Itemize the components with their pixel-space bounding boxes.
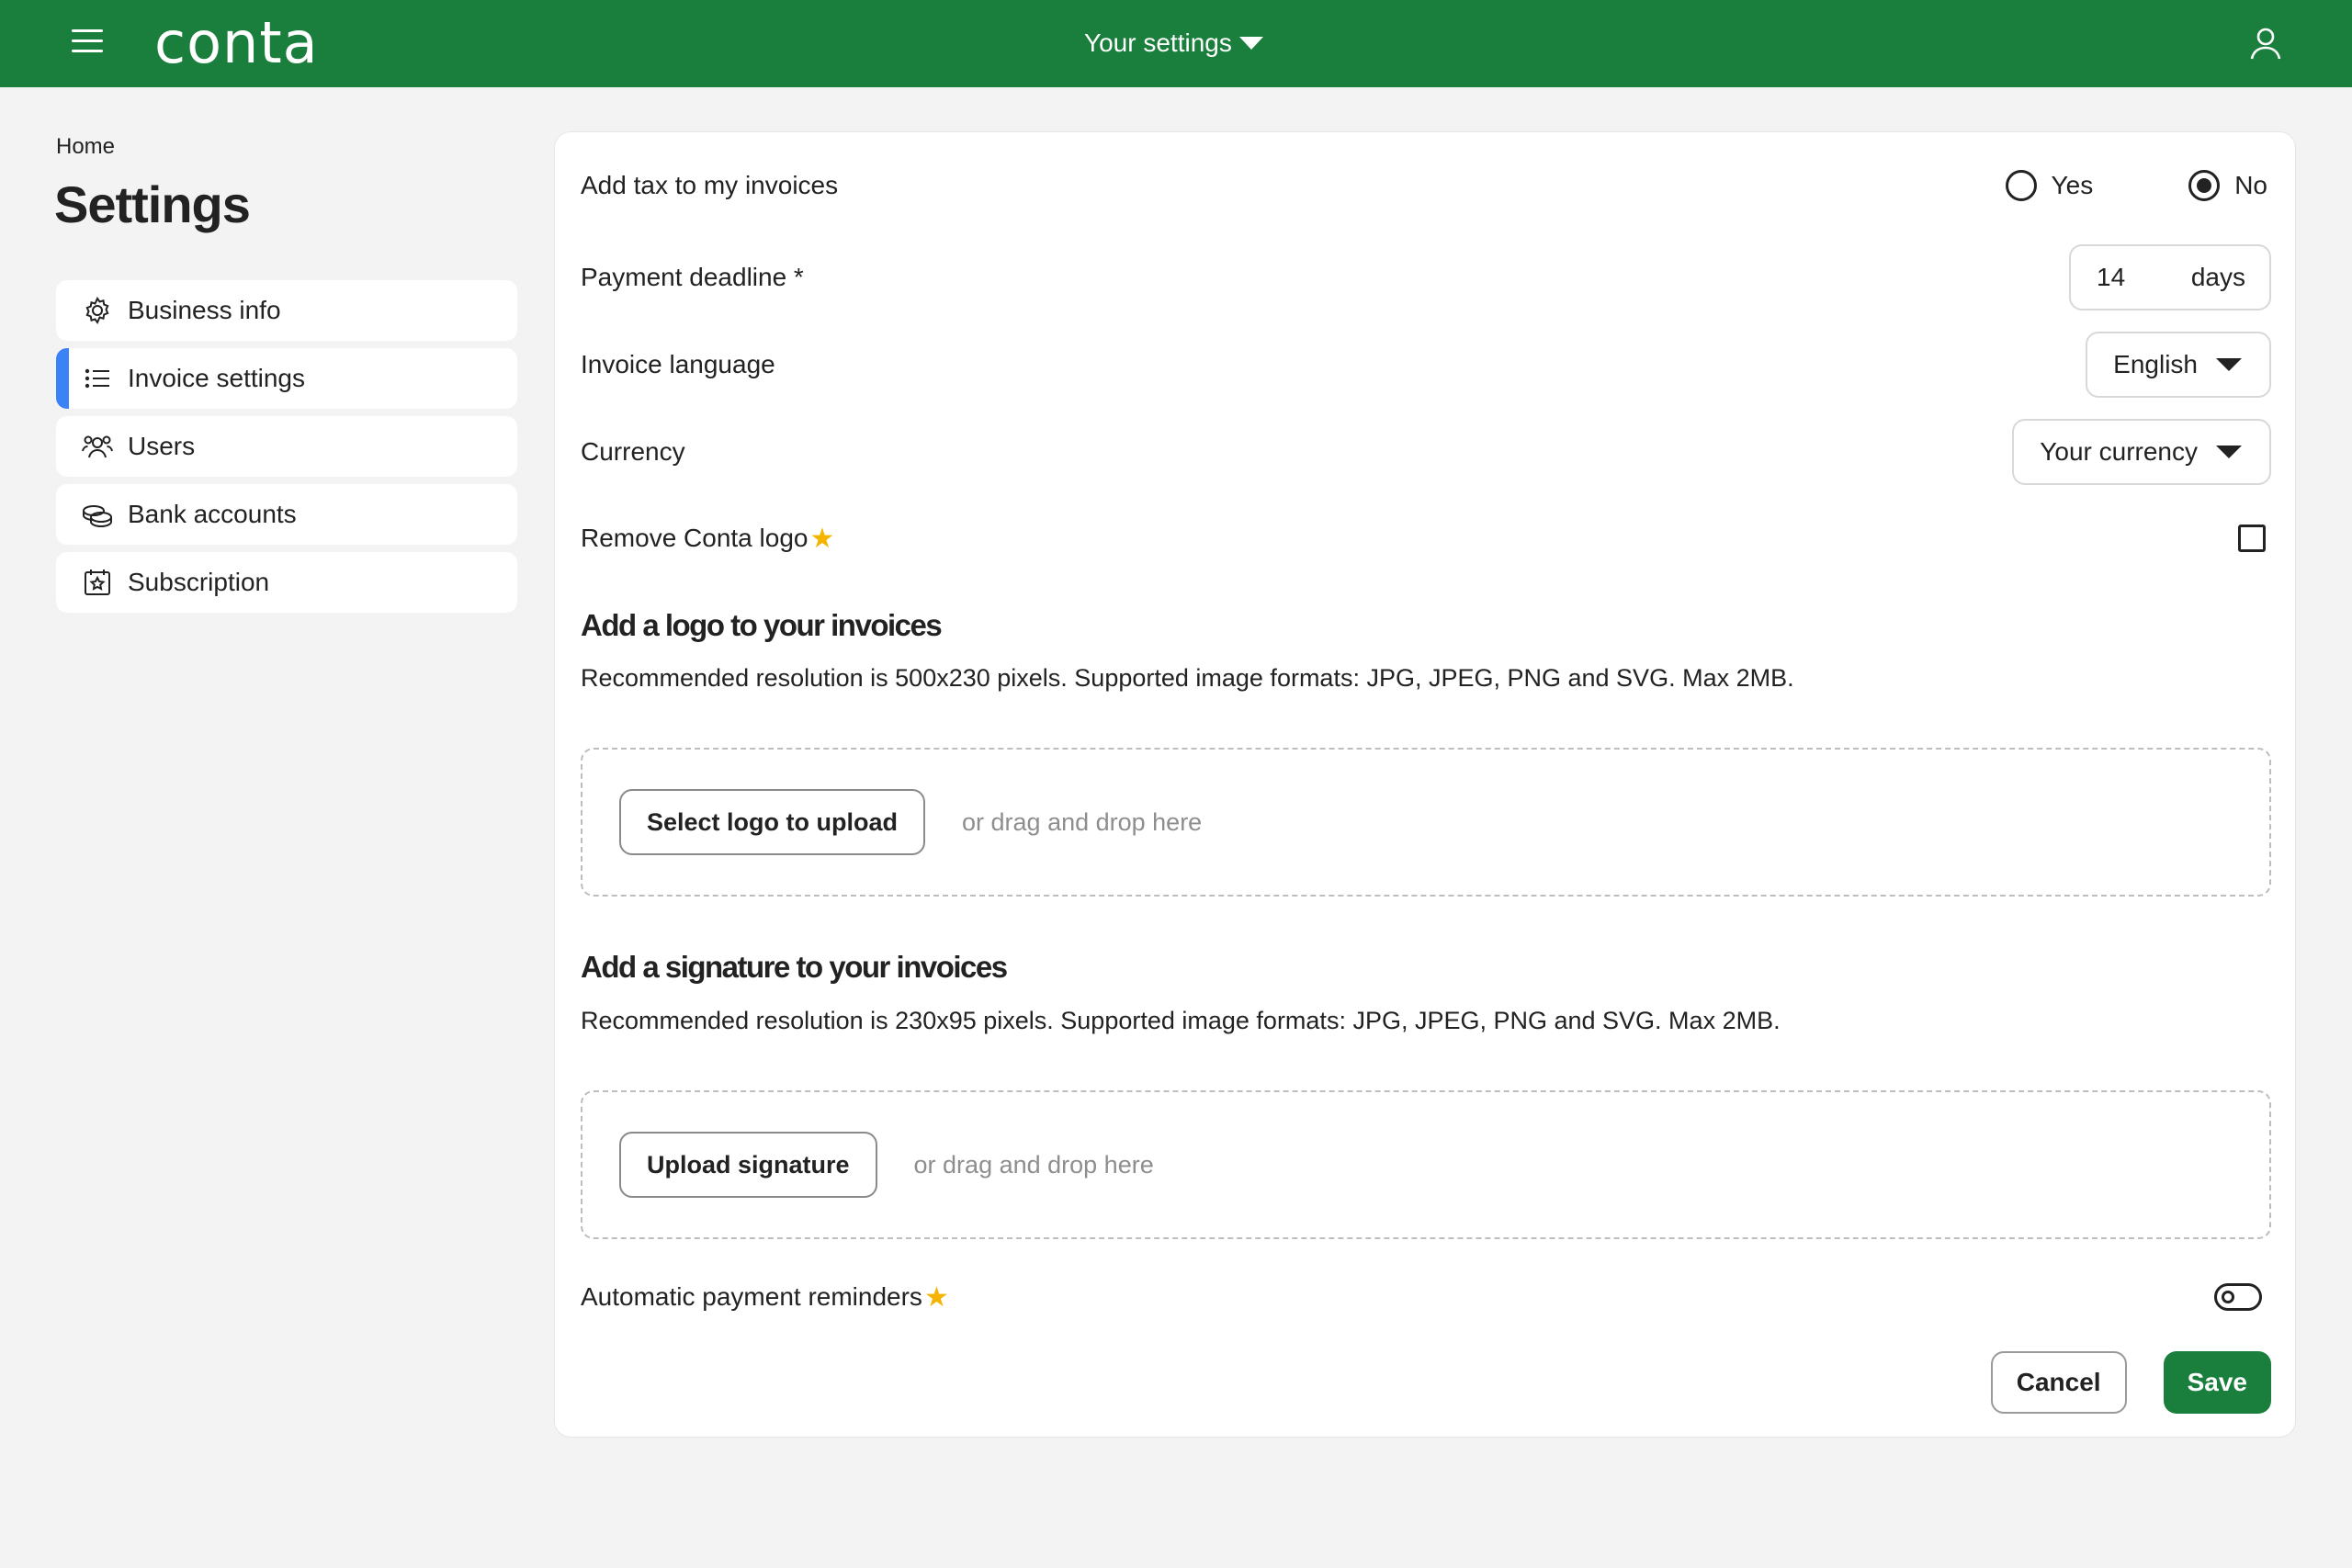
tax-no-label: No [2234,171,2267,199]
payment-deadline-row: Payment deadline * 14 days [581,243,2271,312]
upload-signature-button[interactable]: Upload signature [619,1132,877,1198]
logo-section-title: Add a logo to your invoices [581,608,943,642]
tax-no-radio[interactable]: No [2188,170,2267,201]
chevron-down-icon [2216,446,2242,458]
page-title: Settings [54,175,251,233]
invoice-settings-card: Add tax to my invoices Yes No Payment de… [554,131,2296,1438]
sidebar-item-subscription[interactable]: Subscription [56,552,517,613]
payment-reminders-text: Automatic payment reminders [581,1282,922,1311]
sidebar-item-label: Bank accounts [128,500,297,528]
coins-icon [82,499,113,530]
payment-reminders-toggle[interactable] [2214,1283,2262,1311]
breadcrumb[interactable]: Home [56,134,115,160]
signature-section-title: Add a signature to your invoices [581,950,1008,984]
payment-deadline-value: 14 [2097,263,2126,291]
remove-logo-text: Remove Conta logo [581,524,808,552]
radio-checked-icon [2188,170,2221,201]
premium-star-icon: ★ [809,523,835,554]
invoice-language-select[interactable]: English [2086,332,2271,398]
logo-drop-hint: or drag and drop here [962,807,1203,836]
tax-radio-group: Yes No [2005,170,2267,201]
signature-dropzone[interactable]: Upload signature or drag and drop here [581,1090,2271,1239]
radio-unchecked-icon [2005,170,2037,201]
invoice-language-label: Invoice language [581,350,775,378]
currency-select[interactable]: Your currency [2012,419,2271,485]
menu-icon[interactable] [72,29,103,57]
settings-menu-label: Your settings [1084,28,1232,57]
logo-dropzone[interactable]: Select logo to upload or drag and drop h… [581,748,2271,897]
sidebar-item-invoice-settings[interactable]: Invoice settings [56,348,517,409]
tax-yes-radio[interactable]: Yes [2005,170,2094,201]
currency-row: Currency Your currency [581,417,2271,487]
logo-section-description: Recommended resolution is 500x230 pixels… [581,664,1794,692]
sidebar-item-label: Invoice settings [128,364,305,392]
tax-row: Add tax to my invoices Yes No [581,158,2271,213]
conta-logo[interactable]: conta [154,9,319,76]
tax-label: Add tax to my invoices [581,171,839,199]
signature-drop-hint: or drag and drop here [913,1150,1154,1179]
premium-star-icon: ★ [923,1281,949,1313]
form-actions: Cancel Save [1990,1351,2271,1414]
sidebar-item-label: Business info [128,296,281,324]
payment-deadline-label: Payment deadline * [581,263,804,291]
user-icon[interactable] [2248,26,2283,61]
sidebar-item-label: Subscription [128,568,270,596]
top-bar: conta Your settings [0,0,2352,87]
cancel-button[interactable]: Cancel [1990,1351,2127,1414]
calendar-star-icon [82,567,113,598]
select-logo-button[interactable]: Select logo to upload [619,789,926,855]
invoice-language-row: Invoice language English [581,330,2271,400]
payment-reminders-row: Automatic payment reminders ★ [581,1269,2271,1325]
users-icon [82,431,113,462]
signature-section-description: Recommended resolution is 230x95 pixels.… [581,1007,1781,1034]
list-icon [82,363,113,394]
sidebar-item-users[interactable]: Users [56,416,517,477]
save-button[interactable]: Save [2163,1351,2271,1414]
payment-deadline-unit: days [2190,263,2245,291]
remove-logo-checkbox[interactable] [2238,525,2266,552]
currency-label: Currency [581,437,685,466]
payment-reminders-label: Automatic payment reminders ★ [581,1281,949,1314]
remove-logo-row: Remove Conta logo ★ [581,511,2271,566]
chevron-down-icon [2216,358,2242,371]
invoice-language-value: English [2113,350,2198,378]
currency-value: Your currency [2040,437,2198,466]
settings-menu[interactable]: Your settings [1084,25,1263,62]
remove-logo-label: Remove Conta logo ★ [581,523,834,555]
sidebar: Business info Invoice settings Users Ban… [56,280,517,620]
sidebar-item-label: Users [128,432,196,460]
tax-yes-label: Yes [2051,171,2094,199]
sidebar-item-business-info[interactable]: Business info [56,280,517,341]
gear-icon [82,295,113,326]
sidebar-item-bank-accounts[interactable]: Bank accounts [56,484,517,545]
payment-deadline-input[interactable]: 14 days [2069,244,2271,310]
chevron-down-icon [1238,37,1263,50]
